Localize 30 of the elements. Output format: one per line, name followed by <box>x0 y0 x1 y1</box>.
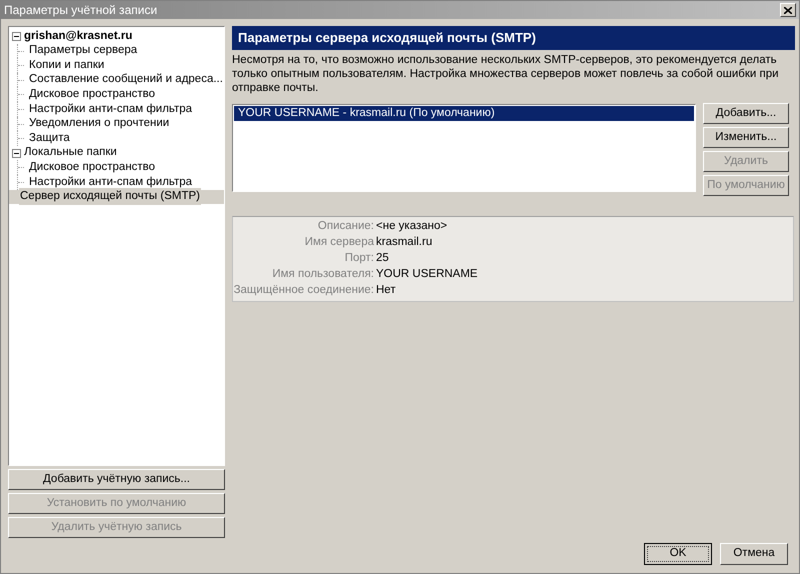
detail-value: 25 <box>376 251 389 266</box>
detail-label: Защищённое соединение: <box>233 283 375 298</box>
window-title: Параметры учётной записи <box>4 2 158 19</box>
dialog-button[interactable]: Отмена <box>720 543 788 565</box>
tree-item[interactable]: Дисковое пространство <box>28 159 156 176</box>
panel-heading: Параметры сервера исходящей почты (SMTP) <box>232 26 795 50</box>
tree-item[interactable]: grishan@krasnet.ru <box>23 28 134 45</box>
server-button[interactable]: Добавить... <box>703 103 789 124</box>
account-button[interactable]: Добавить учётную запись... <box>8 469 225 490</box>
description-text: Несмотря на то, что возможно использование нескольких SMTP-серверов, это рекомендуется делать только опытным пользователям. Настройка множества серверов может повлечь за собой ошибки при отправке почты. <box>232 53 780 95</box>
detail-label: Имя сервера <box>304 235 375 250</box>
tree-item[interactable]: Настройки анти-спам фильтра <box>28 100 194 118</box>
tree-item[interactable]: Сервер исходящей почты (SMTP) <box>19 188 201 206</box>
close-button[interactable] <box>780 3 796 17</box>
detail-label: Описание: <box>316 219 375 234</box>
dialog-button[interactable]: OK <box>644 543 712 565</box>
detail-value: krasmail.ru <box>376 235 432 250</box>
tree-item[interactable]: Дисковое пространство <box>28 86 156 104</box>
server-button[interactable]: Изменить... <box>703 127 789 148</box>
collapse-icon[interactable] <box>12 148 21 158</box>
collapse-icon[interactable] <box>12 32 21 41</box>
tree-item[interactable]: Уведомления о прочтении <box>28 115 170 132</box>
detail-value: YOUR USERNAME <box>376 267 478 282</box>
detail-label: Порт: <box>344 251 375 266</box>
tree-item[interactable]: Настройки анти-спам фильтра <box>28 174 194 191</box>
detail-label: Имя пользователя: <box>271 267 375 282</box>
detail-value: <не указано> <box>376 219 448 234</box>
close-icon <box>784 6 792 14</box>
detail-value: Нет <box>376 283 396 298</box>
server-item[interactable]: YOUR USERNAME - krasmail.ru (По умолчанию) <box>234 106 694 121</box>
